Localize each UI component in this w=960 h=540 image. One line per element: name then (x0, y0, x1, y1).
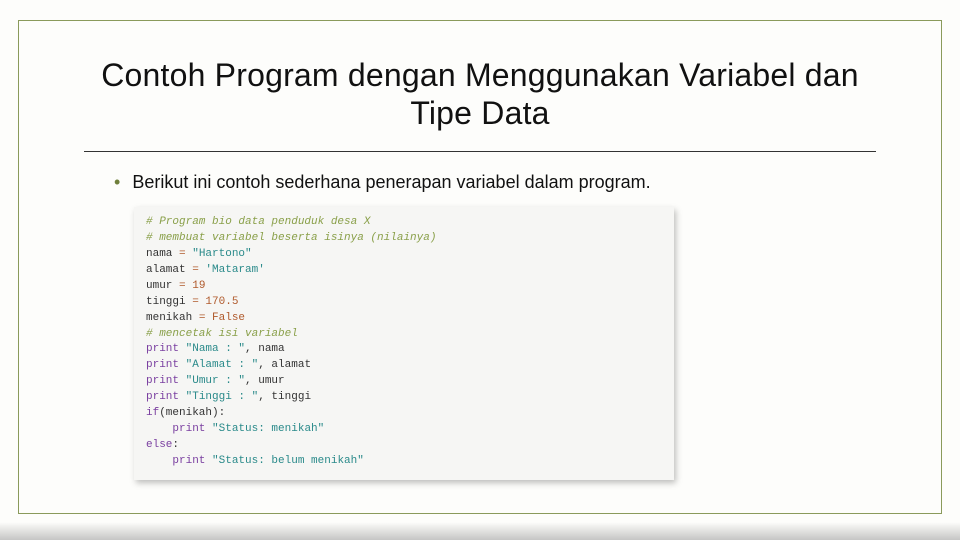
slide-frame: Contoh Program dengan Menggunakan Variab… (18, 20, 942, 514)
code-line: print "Umur : ", umur (146, 374, 662, 390)
bullet-row: • Berikut ini contoh sederhana penerapan… (19, 152, 941, 195)
code-line: print "Status: belum menikah" (146, 454, 662, 470)
code-line: alamat = 'Mataram' (146, 263, 662, 279)
code-line: nama = "Hartono" (146, 247, 662, 263)
code-line: print "Tinggi : ", tinggi (146, 390, 662, 406)
bottom-shadow (0, 522, 960, 540)
bullet-icon: • (114, 170, 120, 195)
code-line: if(menikah): (146, 406, 662, 422)
code-line: print "Nama : ", nama (146, 342, 662, 358)
code-line: # mencetak isi variabel (146, 327, 662, 343)
code-line: # membuat variabel beserta isinya (nilai… (146, 231, 662, 247)
code-line: else: (146, 438, 662, 454)
code-line: print "Alamat : ", alamat (146, 358, 662, 374)
bullet-text: Berikut ini contoh sederhana penerapan v… (132, 170, 650, 195)
code-line: # Program bio data penduduk desa X (146, 215, 662, 231)
code-line: tinggi = 170.5 (146, 295, 662, 311)
code-line: umur = 19 (146, 279, 662, 295)
code-line: print "Status: menikah" (146, 422, 662, 438)
slide-title: Contoh Program dengan Menggunakan Variab… (19, 21, 941, 143)
code-line: menikah = False (146, 311, 662, 327)
code-block: # Program bio data penduduk desa X # mem… (134, 207, 674, 480)
